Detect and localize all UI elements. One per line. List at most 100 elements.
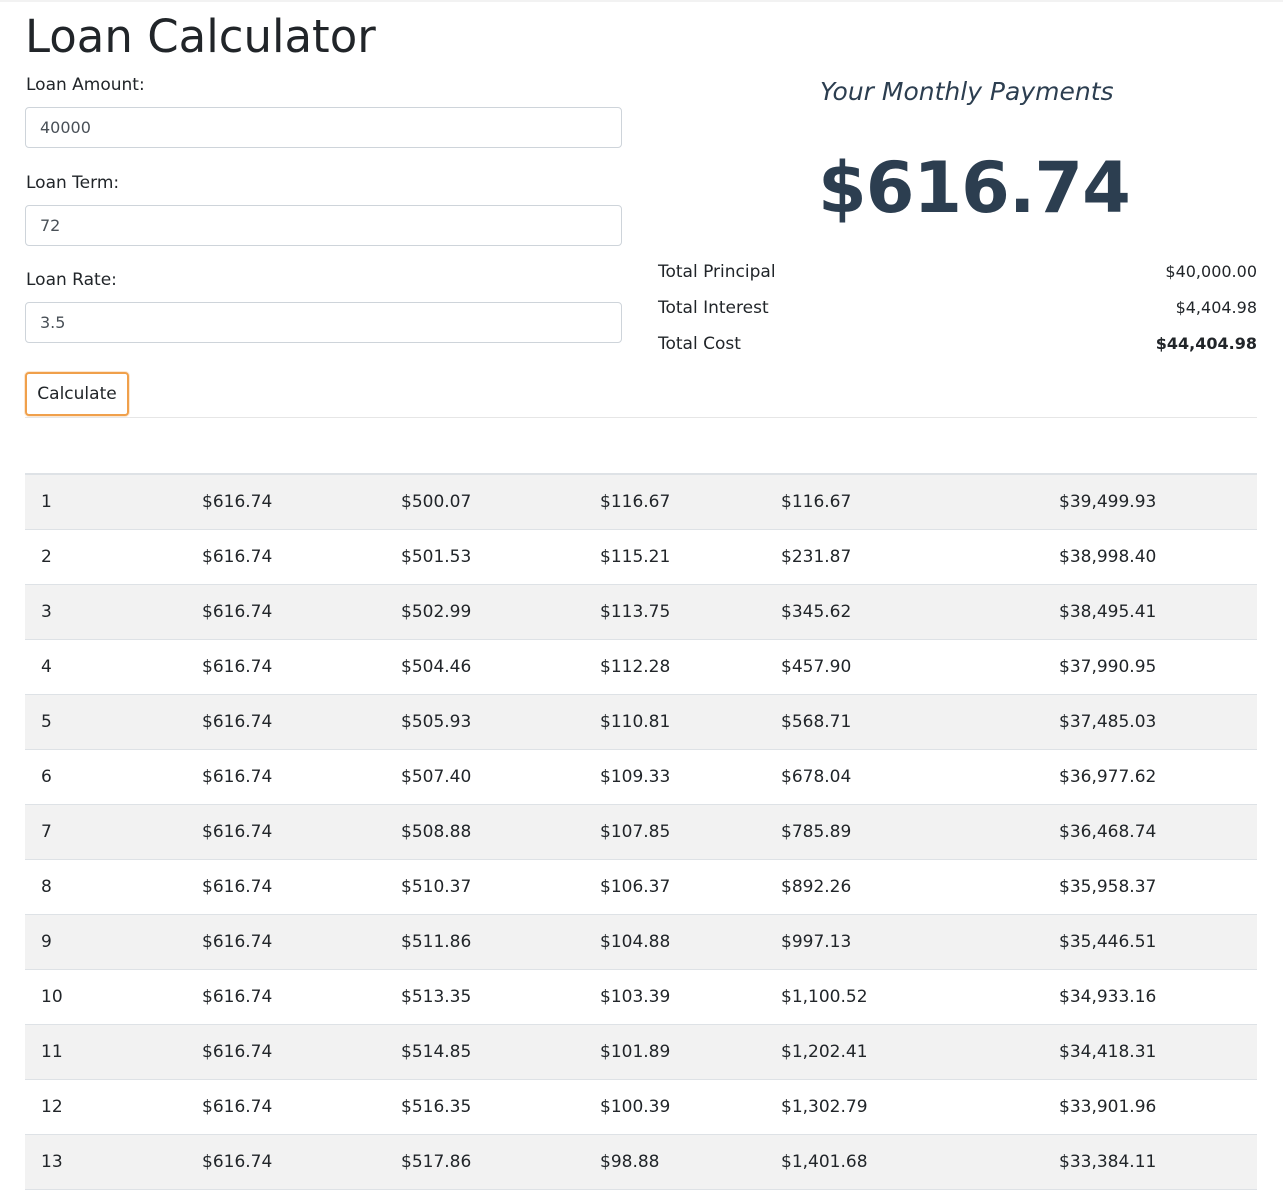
table-row: 4 $616.74 $504.46 $112.28 $457.90 $37,990.95: [25, 639, 1257, 695]
loan-rate-label: Loan Rate:: [26, 270, 117, 290]
balance-cell: $37,485.03: [1043, 694, 1257, 750]
total-interest-cell: $1,202.41: [765, 1024, 1043, 1080]
payment-number-cell: 13: [25, 1134, 186, 1190]
loan-term-input[interactable]: [25, 205, 622, 246]
table-row: 6 $616.74 $507.40 $109.33 $678.04 $36,977.62: [25, 749, 1257, 805]
principal-cell: $516.35: [385, 1079, 584, 1135]
payment-number-cell: 12: [25, 1079, 186, 1135]
loan-amount-label: Loan Amount:: [26, 75, 145, 95]
payment-number-cell: 6: [25, 749, 186, 805]
interest-cell: $115.21: [584, 529, 765, 585]
principal-cell: $514.85: [385, 1024, 584, 1080]
table-row: 3 $616.74 $502.99 $113.75 $345.62 $38,495.41: [25, 584, 1257, 640]
payment-cell: $616.74: [186, 1024, 385, 1080]
loan-term-label: Loan Term:: [26, 173, 120, 193]
calculate-button[interactable]: Calculate: [25, 372, 129, 416]
total-interest-cell: $457.90: [765, 639, 1043, 695]
principal-cell: $505.93: [385, 694, 584, 750]
amortization-table-body: 1 $616.74 $500.07 $116.67 $116.67 $39,499.93 2…: [25, 474, 1257, 1190]
total-interest-cell: $1,100.52: [765, 969, 1043, 1025]
interest-cell: $112.28: [584, 639, 765, 695]
balance-cell: $36,977.62: [1043, 749, 1257, 805]
balance-cell: $38,495.41: [1043, 584, 1257, 640]
principal-cell: $502.99: [385, 584, 584, 640]
table-row: 11 $616.74 $514.85 $101.89 $1,202.41 $34,418.…: [25, 1024, 1257, 1080]
interest-cell: $116.67: [584, 474, 765, 530]
payment-cell: $616.74: [186, 639, 385, 695]
balance-cell: $33,384.11: [1043, 1134, 1257, 1190]
total-cost-value: $44,404.98: [1155, 334, 1257, 353]
monthly-payment-amount: $616.74: [818, 147, 1131, 229]
total-principal-value: $40,000.00: [1165, 262, 1257, 281]
payment-number-cell: 11: [25, 1024, 186, 1080]
amortization-table: 1 $616.74 $500.07 $116.67 $116.67 $39,499.93 2…: [25, 473, 1257, 1190]
balance-cell: $33,901.96: [1043, 1079, 1257, 1135]
balance-cell: $39,499.93: [1043, 474, 1257, 530]
balance-cell: $36,468.74: [1043, 804, 1257, 860]
section-divider: [25, 417, 1257, 418]
total-interest-cell: $785.89: [765, 804, 1043, 860]
monthly-payments-caption: Your Monthly Payments: [820, 77, 1114, 106]
interest-cell: $106.37: [584, 859, 765, 915]
principal-cell: $504.46: [385, 639, 584, 695]
payment-number-cell: 4: [25, 639, 186, 695]
interest-cell: $100.39: [584, 1079, 765, 1135]
total-interest-cell: $1,302.79: [765, 1079, 1043, 1135]
payment-cell: $616.74: [186, 1134, 385, 1190]
principal-cell: $501.53: [385, 529, 584, 585]
payment-cell: $616.74: [186, 584, 385, 640]
total-cost-label: Total Cost: [658, 334, 741, 354]
principal-cell: $513.35: [385, 969, 584, 1025]
payment-cell: $616.74: [186, 859, 385, 915]
principal-cell: $507.40: [385, 749, 584, 805]
payment-number-cell: 2: [25, 529, 186, 585]
balance-cell: $34,933.16: [1043, 969, 1257, 1025]
table-row: 2 $616.74 $501.53 $115.21 $231.87 $38,998.40: [25, 529, 1257, 585]
table-row: 7 $616.74 $508.88 $107.85 $785.89 $36,468.74: [25, 804, 1257, 860]
payment-number-cell: 3: [25, 584, 186, 640]
summary-row-cost: Total Cost $44,404.98: [658, 332, 1257, 356]
balance-cell: $38,998.40: [1043, 529, 1257, 585]
payment-cell: $616.74: [186, 749, 385, 805]
payment-number-cell: 9: [25, 914, 186, 970]
total-interest-value: $4,404.98: [1175, 298, 1257, 317]
payment-number-cell: 1: [25, 474, 186, 530]
principal-cell: $510.37: [385, 859, 584, 915]
loan-amount-input[interactable]: [25, 107, 622, 148]
interest-cell: $113.75: [584, 584, 765, 640]
balance-cell: $34,418.31: [1043, 1024, 1257, 1080]
payment-number-cell: 7: [25, 804, 186, 860]
payment-cell: $616.74: [186, 804, 385, 860]
total-principal-label: Total Principal: [658, 262, 776, 282]
total-interest-cell: $345.62: [765, 584, 1043, 640]
interest-cell: $98.88: [584, 1134, 765, 1190]
total-interest-cell: $892.26: [765, 859, 1043, 915]
table-row: 12 $616.74 $516.35 $100.39 $1,302.79 $33,901.…: [25, 1079, 1257, 1135]
summary-row-principal: Total Principal $40,000.00: [658, 260, 1257, 284]
payment-cell: $616.74: [186, 914, 385, 970]
payment-number-cell: 5: [25, 694, 186, 750]
interest-cell: $101.89: [584, 1024, 765, 1080]
table-row: 8 $616.74 $510.37 $106.37 $892.26 $35,958.37: [25, 859, 1257, 915]
balance-cell: $35,958.37: [1043, 859, 1257, 915]
total-interest-cell: $231.87: [765, 529, 1043, 585]
principal-cell: $500.07: [385, 474, 584, 530]
payment-cell: $616.74: [186, 969, 385, 1025]
top-divider: [0, 0, 1283, 2]
principal-cell: $508.88: [385, 804, 584, 860]
total-interest-cell: $116.67: [765, 474, 1043, 530]
principal-cell: $517.86: [385, 1134, 584, 1190]
payment-cell: $616.74: [186, 1079, 385, 1135]
total-interest-label: Total Interest: [658, 298, 769, 318]
interest-cell: $103.39: [584, 969, 765, 1025]
page-title: Loan Calculator: [25, 10, 376, 63]
loan-rate-input[interactable]: [25, 302, 622, 343]
payment-cell: $616.74: [186, 694, 385, 750]
payment-cell: $616.74: [186, 529, 385, 585]
interest-cell: $109.33: [584, 749, 765, 805]
table-row: 10 $616.74 $513.35 $103.39 $1,100.52 $34,933.…: [25, 969, 1257, 1025]
payment-cell: $616.74: [186, 474, 385, 530]
total-interest-cell: $568.71: [765, 694, 1043, 750]
table-row: 9 $616.74 $511.86 $104.88 $997.13 $35,446.51: [25, 914, 1257, 970]
total-interest-cell: $678.04: [765, 749, 1043, 805]
